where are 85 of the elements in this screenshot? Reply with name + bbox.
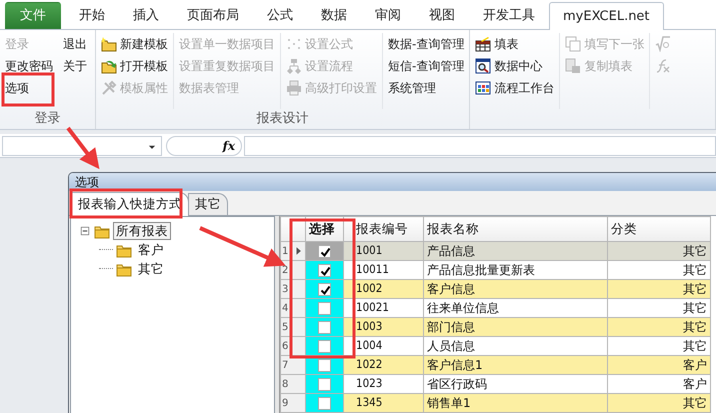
ribbon-button[interactable]: 关于 xyxy=(63,55,87,77)
row-header[interactable]: 9 xyxy=(280,394,306,412)
sqrt-icon xyxy=(655,36,672,52)
group-label: 报表设计 xyxy=(256,110,310,128)
table-cell: 1001 xyxy=(344,242,424,260)
pointer-arrow xyxy=(66,126,100,170)
table-cell: 客户信息 xyxy=(424,280,608,298)
highlight-frame xyxy=(2,72,54,106)
table-cell: 客户 xyxy=(608,356,710,374)
column-header[interactable]: 报表编号 xyxy=(344,216,424,242)
checkbox[interactable] xyxy=(318,302,331,316)
dialog-tab[interactable]: 其它 xyxy=(188,193,228,215)
ribbon-button[interactable]: 退出 xyxy=(63,33,87,55)
ribbon-button[interactable]: 数据中心 xyxy=(475,55,554,77)
ribbon-tab[interactable]: 插入 xyxy=(119,2,173,29)
table-cell: 产品信息 xyxy=(424,242,608,260)
table-cell: 客户信息1 xyxy=(424,356,608,374)
folder-icon xyxy=(101,36,117,52)
table-icon xyxy=(475,36,492,52)
row-number: 5 xyxy=(282,322,288,332)
name-box[interactable] xyxy=(2,136,162,156)
copy-icon xyxy=(565,58,582,74)
table-cell: 1002 xyxy=(344,280,424,298)
file-tab[interactable]: 文件 xyxy=(5,2,61,29)
formula-input[interactable] xyxy=(244,136,716,156)
column-header[interactable]: 报表名称 xyxy=(424,216,608,242)
table-cell: 1345 xyxy=(344,394,424,412)
checkbox[interactable] xyxy=(318,283,331,296)
ribbon-tab[interactable]: 视图 xyxy=(415,2,469,29)
table-cell: 销售单1 xyxy=(424,394,608,412)
tools-icon xyxy=(101,80,117,96)
collapse-icon[interactable] xyxy=(79,224,91,236)
ribbon-tab[interactable]: 公式 xyxy=(253,2,307,29)
tree-item[interactable]: 所有报表 xyxy=(113,222,171,240)
ribbon-button[interactable]: 流程工作台 xyxy=(475,77,554,99)
function-icon xyxy=(655,58,672,74)
ribbon-button[interactable]: 系统管理 xyxy=(388,77,464,99)
ribbon-tab[interactable]: 数据 xyxy=(307,2,361,29)
tree-item[interactable]: 其它 xyxy=(135,260,167,278)
column-header[interactable]: 分类 xyxy=(608,216,710,242)
pages-icon xyxy=(565,36,582,52)
checkbox[interactable] xyxy=(318,378,331,392)
table-cell: 其它 xyxy=(608,318,710,336)
checkbox[interactable] xyxy=(318,264,331,278)
checkbox[interactable] xyxy=(318,340,331,354)
folder-icon xyxy=(101,58,117,74)
ribbon-tab[interactable]: myEXCEL.net xyxy=(549,2,664,30)
table-cell: 部门信息 xyxy=(424,318,608,336)
row-number: 6 xyxy=(282,340,288,352)
row-number: 3 xyxy=(282,284,288,294)
function-button[interactable]: fx xyxy=(166,136,242,156)
table-cell: 其它 xyxy=(608,242,710,260)
checkbox[interactable] xyxy=(318,359,331,372)
checkbox[interactable] xyxy=(318,397,331,410)
row-number: 2 xyxy=(282,264,288,276)
tree-item[interactable]: 客户 xyxy=(135,240,167,258)
flowchart-icon xyxy=(286,58,302,74)
table-cell: 其它 xyxy=(608,394,710,412)
ribbon-tab[interactable]: 开发工具 xyxy=(469,2,549,29)
group-label: 登录 xyxy=(34,110,62,128)
ribbon-tab[interactable]: 页面布局 xyxy=(173,2,253,29)
ribbon-button[interactable]: 短信-查询管理 xyxy=(388,55,464,77)
ribbon-button[interactable]: 新建模板 xyxy=(101,33,168,55)
row-number: 4 xyxy=(282,302,288,314)
checkbox[interactable] xyxy=(318,321,331,334)
table-cell: 其它 xyxy=(608,280,710,298)
dialog-title: 选项 xyxy=(69,173,716,191)
ribbon-tab[interactable]: 开始 xyxy=(65,2,119,29)
row-number: 9 xyxy=(282,398,288,408)
grid-icon xyxy=(475,80,492,96)
row-number: 8 xyxy=(282,378,288,390)
row-number: 1 xyxy=(282,246,288,256)
ribbon-button[interactable]: 选项 xyxy=(5,77,53,99)
checkbox[interactable] xyxy=(318,245,331,258)
row-header[interactable]: 8 xyxy=(280,374,306,394)
ribbon-button[interactable]: 填表 xyxy=(475,33,554,55)
ribbon-button[interactable]: 打开模板 xyxy=(101,55,168,77)
table-cell: 1022 xyxy=(344,356,424,374)
row-number: 7 xyxy=(282,360,288,370)
ribbon-button[interactable]: 数据-查询管理 xyxy=(388,33,464,55)
magnifier-window-icon xyxy=(475,58,492,74)
ribbon-tab[interactable]: 审阅 xyxy=(361,2,415,29)
ribbon-button[interactable]: 更改密码 xyxy=(5,55,53,77)
printer-icon xyxy=(286,80,302,96)
table-cell: 1003 xyxy=(344,318,424,336)
